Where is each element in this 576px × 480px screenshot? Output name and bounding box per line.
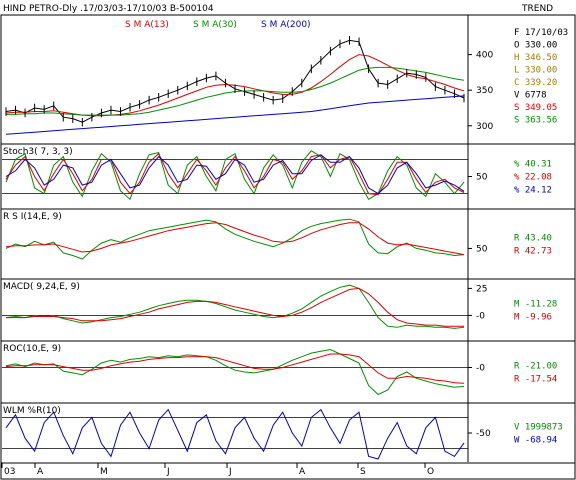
series-line-signal [6, 287, 464, 327]
panel-price: 300 350 400 S M A(13) S M A(30) S M A(200) F 1… [1, 20, 575, 145]
legend-entry: S M A(30) [193, 20, 237, 30]
readout-value: M -9.96 [514, 313, 552, 323]
x-tick-label: J [166, 467, 170, 477]
readout-value: % 40.31 [514, 160, 552, 170]
ohlc-sma13: S 349.05 [514, 103, 557, 113]
readout-value: M -11.28 [514, 300, 557, 310]
y-tick-label: -50 [476, 429, 491, 439]
series-line--k [5, 150, 465, 201]
readout-value: R -17.54 [514, 375, 557, 385]
legend-entry: S M A(200) [261, 20, 311, 30]
ohlc-close: C 339.20 [514, 78, 557, 88]
ohlc-low: L 330.00 [514, 66, 557, 76]
readout-value: V 1999873 [514, 423, 563, 433]
legend-entry: S M A(13) [125, 20, 169, 30]
readout-value: R -21.00 [514, 362, 557, 372]
x-tick-label: J [228, 467, 232, 477]
ohlc-open: O 330.00 [514, 41, 557, 51]
y-tick-label: -0 [476, 311, 485, 321]
chart-frame [0, 14, 576, 480]
y-tick-label: 25 [476, 284, 487, 294]
chart-window: HIND PETRO-Dly .17/03/03-17/10/03 B-5001… [0, 0, 576, 480]
panel-title-stoch: Stoch3( 7, 3, 3) [3, 147, 73, 157]
x-tick-label: A [37, 467, 44, 477]
y-tick-label: 50 [476, 244, 488, 254]
series-line-roc [5, 348, 465, 396]
y-tick-label: 400 [476, 51, 493, 61]
y-tick-label: 350 [476, 86, 493, 96]
series-line-sma200 [5, 95, 465, 135]
x-tick-label: A [299, 467, 306, 477]
ohlc-date: F 17/10/03 [514, 28, 568, 38]
panel-title-rsi: R S I(14,E, 9) [3, 212, 62, 222]
x-tick-label: 03 [4, 467, 15, 477]
ohlc-volume: V 6778 [514, 91, 547, 101]
ohlc-high: H 346.50 [514, 53, 557, 63]
panel-title-macd: MACD( 9,24,E, 9) [3, 282, 80, 292]
panel-wlm: -50 WLM %R(10) V 1999873 W -68.94 [1, 406, 575, 464]
trend-label: TREND [521, 4, 553, 14]
series-line-close [5, 39, 465, 123]
x-tick-label: S [360, 467, 366, 477]
readout-value: % 22.08 [514, 173, 552, 183]
ohlc-sma30: S 363.56 [514, 116, 557, 126]
panel-rsi: 50 R S I(14,E, 9) R 43.40 R 42.73 [1, 212, 575, 280]
panel-macd: 25 -0 MACD( 9,24,E, 9) M -11.28 M -9.96 [1, 282, 575, 342]
readout-value: W -68.94 [514, 436, 557, 446]
technical-chart: HIND PETRO-Dly .17/03/03-17/10/03 B-5001… [0, 4, 576, 480]
y-tick-label: 50 [476, 173, 488, 183]
panel-roc: -0 ROC(10,E, 9) R -21.00 R -17.54 [1, 344, 575, 404]
readout-value: % 24.12 [514, 186, 552, 196]
series-line-rsi [5, 218, 465, 260]
chart-title: HIND PETRO-Dly .17/03/03-17/10/03 B-5001… [3, 4, 214, 14]
series-line--slow [5, 154, 465, 195]
panel-title-roc: ROC(10,E, 9) [3, 344, 61, 354]
y-tick-label: 300 [476, 122, 493, 132]
readout-value: R 43.40 [514, 234, 552, 244]
x-tick-label: O [427, 467, 434, 477]
readout-value: R 42.73 [514, 247, 552, 257]
y-tick-label: -0 [476, 364, 485, 374]
x-tick-label: M [100, 467, 108, 477]
panel-stoch: 50 Stoch3( 7, 3, 3) % 40.31 % 22.08 % 24.12 [1, 147, 575, 210]
panel-title-wlm: WLM %R(10) [3, 406, 61, 416]
series-line-signal [5, 222, 465, 256]
